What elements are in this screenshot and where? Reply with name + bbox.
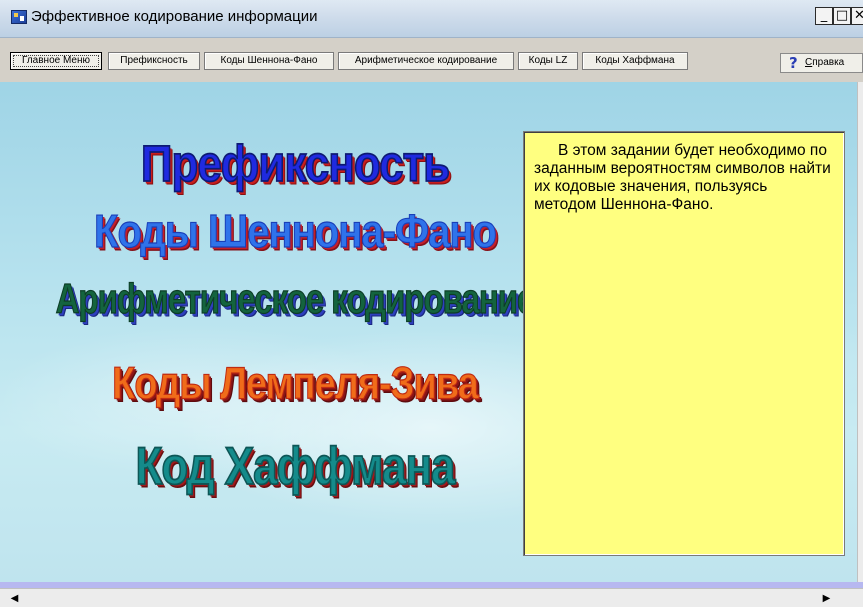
tab-main-menu[interactable]: Главное Меню (10, 52, 102, 70)
app-icon (11, 10, 27, 24)
link-arithmetic[interactable]: Арифметическое кодирование (0, 275, 590, 323)
help-label: Справка (805, 57, 845, 68)
link-prefix[interactable]: Префиксность (0, 135, 590, 194)
scroll-left-icon[interactable]: ◀ (6, 590, 23, 607)
link-lempel-ziv[interactable]: Коды Лемпеля-Зива (0, 358, 590, 411)
description-panel: В этом задании будет необходимо по задан… (523, 131, 845, 556)
tab-prefix[interactable]: Префиксность (108, 52, 200, 70)
maximize-button[interactable]: □ (833, 7, 851, 25)
tab-lz[interactable]: Коды LZ (518, 52, 578, 70)
close-button[interactable]: ✕ (851, 7, 863, 25)
vertical-scrollbar[interactable] (857, 82, 863, 588)
window-title: Эффективное кодирование информации (31, 8, 318, 25)
horizontal-scrollbar[interactable]: ◀ ▶ (0, 588, 863, 607)
tab-huffman[interactable]: Коды Хаффмана (582, 52, 688, 70)
tab-arithmetic[interactable]: Арифметическое кодирование (338, 52, 514, 70)
link-shannon-fano[interactable]: Коды Шеннона-Фано (0, 206, 590, 259)
minimize-button[interactable]: _ (815, 7, 833, 25)
question-mark-icon: ? (789, 54, 798, 72)
tab-shannon-fano[interactable]: Коды Шеннона-Фано (204, 52, 334, 70)
link-huffman[interactable]: Код Хаффмана (0, 436, 590, 497)
title-bar: Эффективное кодирование информации _ □ ✕ (0, 0, 863, 38)
toolbar: Главное Меню Префиксность Коды Шеннона-Ф… (0, 38, 863, 82)
help-button[interactable]: ? Справка (780, 53, 863, 73)
main-area: Префиксность Коды Шеннона-Фано Арифметич… (0, 82, 863, 582)
scroll-right-icon[interactable]: ▶ (818, 590, 835, 607)
